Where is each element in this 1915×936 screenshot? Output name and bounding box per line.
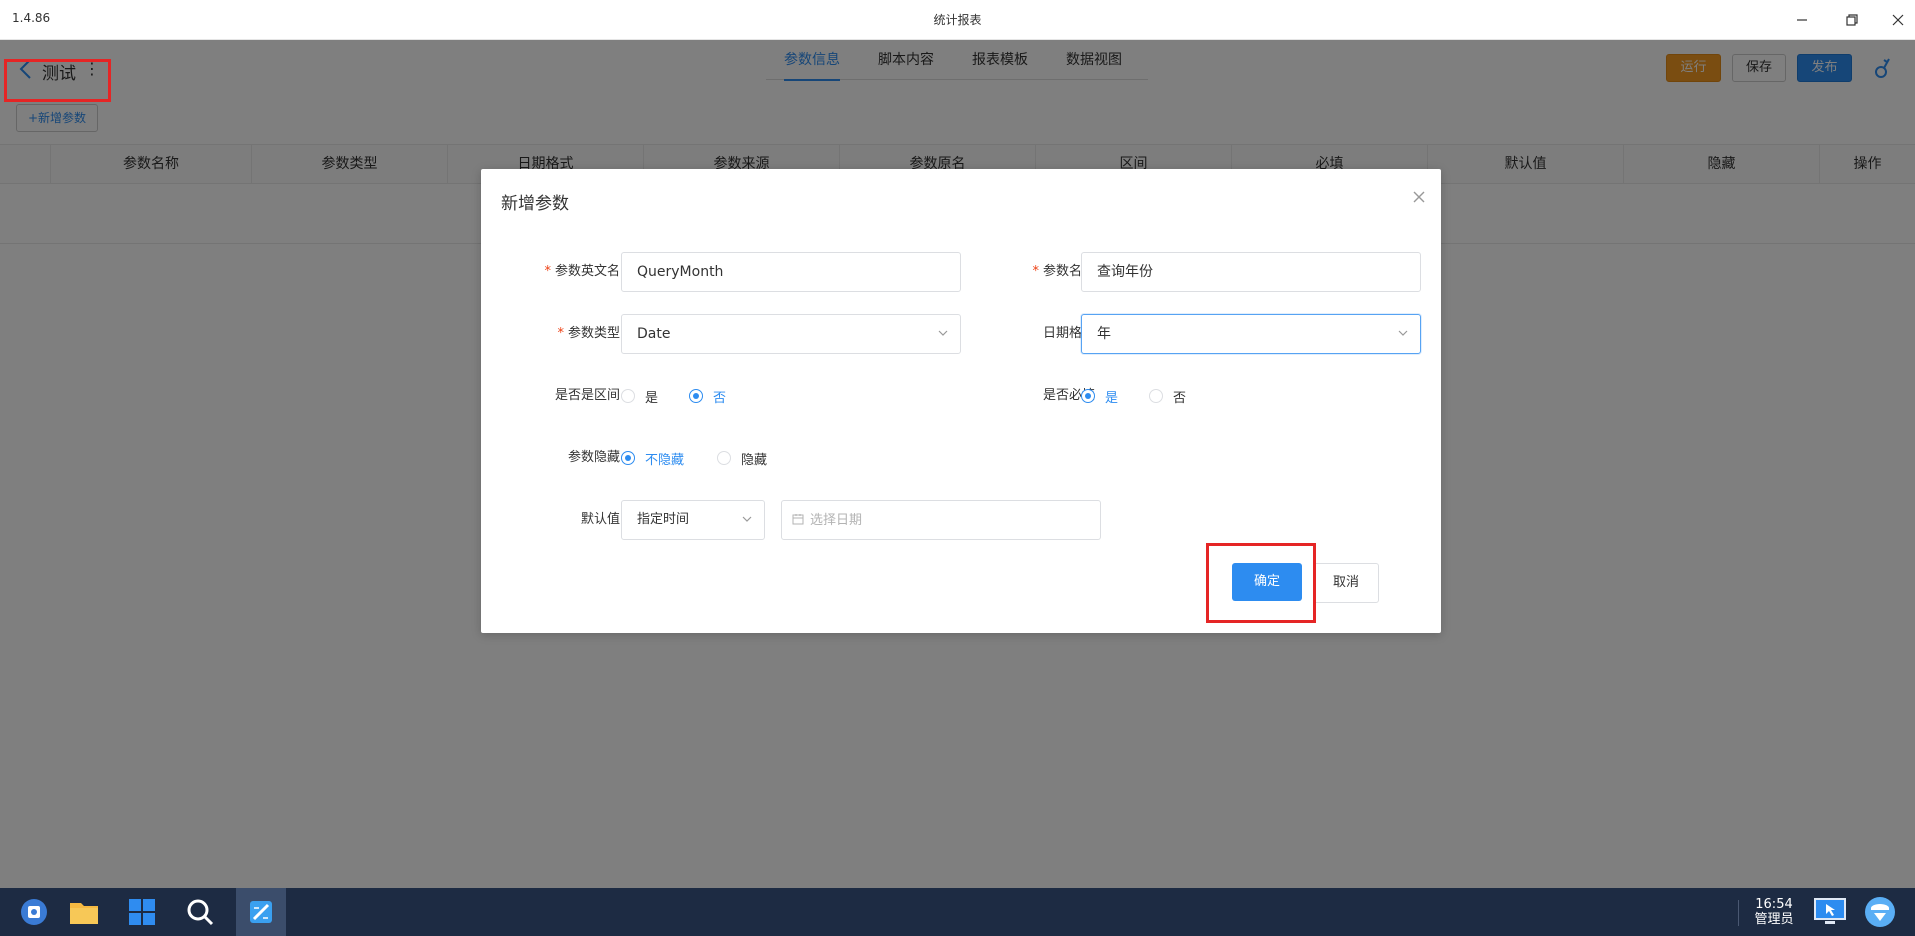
close-icon[interactable] — [1412, 190, 1426, 204]
highlight-box-add-param — [4, 59, 111, 102]
taskbar: 16:54 管理员 — [0, 888, 1915, 936]
radio-circle — [717, 451, 731, 465]
required-mark: * — [544, 264, 551, 279]
folder-icon[interactable] — [66, 894, 102, 930]
default-label: 默认值 — [580, 512, 620, 527]
date-format-select[interactable]: 年 — [1081, 314, 1421, 354]
en-name-input[interactable]: QueryMonth — [621, 252, 961, 292]
required-mark: * — [557, 326, 564, 341]
clock[interactable]: 16:54 管理员 — [1748, 897, 1800, 927]
remote-desktop-icon[interactable] — [1812, 894, 1848, 930]
close-window-icon[interactable] — [1880, 6, 1915, 34]
clock-user: 管理员 — [1754, 912, 1794, 927]
default-mode-select[interactable]: 指定时间 — [621, 500, 765, 540]
date-placeholder: 选择日期 — [810, 513, 863, 528]
radio-circle — [1149, 389, 1163, 403]
required-mark: * — [1032, 264, 1039, 279]
calendar-icon — [792, 514, 804, 525]
chevron-down-icon — [938, 330, 948, 336]
window-title: 统计报表 — [933, 13, 982, 27]
en-name-label: * 参数英文名 — [544, 264, 620, 279]
is-range-label: 是否是区间 — [554, 388, 620, 403]
window-titlebar: 1.4.86 统计报表 — [0, 0, 1915, 40]
search-icon[interactable] — [182, 894, 218, 930]
default-date-picker[interactable]: 选择日期 — [781, 500, 1101, 540]
hidden-radio[interactable]: 隐藏 — [717, 448, 767, 468]
clock-time: 16:54 — [1755, 897, 1793, 912]
date-format-value: 年 — [1097, 326, 1111, 342]
is-required-yes-radio[interactable]: 是 — [1081, 386, 1118, 406]
cn-name-input[interactable]: 查询年份 — [1081, 252, 1421, 292]
chevron-down-icon — [1398, 330, 1408, 336]
type-select-value: Date — [637, 326, 671, 342]
restore-icon[interactable] — [1834, 6, 1870, 34]
chevron-down-icon — [742, 516, 752, 522]
radio-circle — [621, 389, 635, 403]
radio-circle-checked — [1081, 389, 1095, 403]
dialog-title: 新增参数 — [501, 194, 569, 214]
hidden-label: 参数隐藏 — [567, 450, 620, 465]
minimize-icon[interactable] — [1784, 6, 1820, 34]
radio-circle-checked — [689, 389, 703, 403]
is-required-no-radio[interactable]: 否 — [1149, 386, 1186, 406]
highlight-box-confirm — [1206, 543, 1316, 623]
apps-grid-icon[interactable] — [124, 894, 160, 930]
radio-circle-checked — [621, 451, 635, 465]
is-range-yes-radio[interactable]: 是 — [621, 386, 658, 406]
default-mode-value: 指定时间 — [637, 512, 690, 527]
is-range-no-radio[interactable]: 否 — [689, 386, 726, 406]
not-hidden-radio[interactable]: 不隐藏 — [621, 448, 684, 468]
start-menu-icon[interactable] — [16, 894, 52, 930]
cancel-button[interactable]: 取消 — [1313, 563, 1379, 603]
type-select[interactable]: Date — [621, 314, 961, 354]
taskbar-divider — [1738, 900, 1739, 926]
report-app-icon[interactable] — [236, 888, 286, 936]
type-label: * 参数类型 — [557, 326, 620, 341]
chat-bubble-icon[interactable] — [1862, 894, 1898, 930]
